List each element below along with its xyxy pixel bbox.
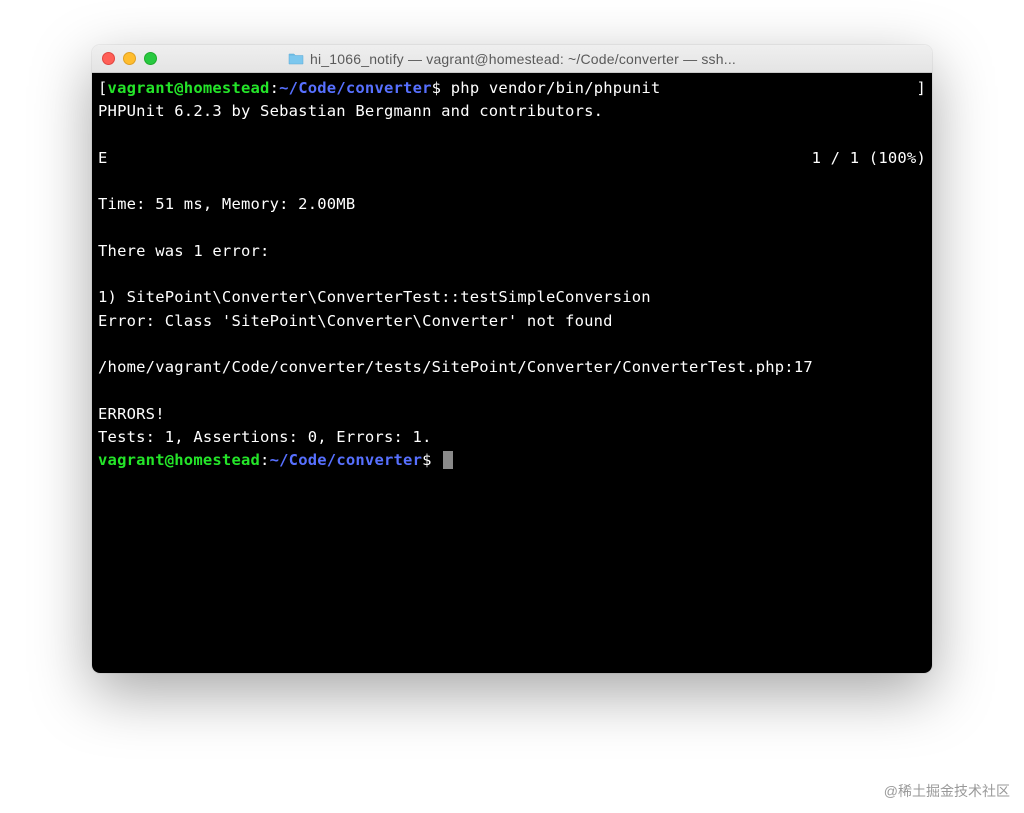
command-text: php vendor/bin/phpunit [451, 79, 661, 97]
error-message: Error: Class 'SitePoint\Converter\Conver… [98, 310, 926, 333]
user-host: vagrant@homestead [98, 451, 260, 469]
error-intro: There was 1 error: [98, 240, 926, 263]
blank-line [98, 217, 926, 240]
progress-line: E 1 / 1 (100%) [98, 147, 926, 170]
title-content: hi_1066_notify — vagrant@homestead: ~/Co… [92, 51, 932, 67]
window-title: hi_1066_notify — vagrant@homestead: ~/Co… [310, 51, 736, 67]
phpunit-header: PHPUnit 6.2.3 by Sebastian Bergmann and … [98, 100, 926, 123]
progress-char: E [98, 147, 108, 170]
user-host: vagrant@homestead [108, 79, 270, 97]
watermark: @稀土掘金技术社区 [884, 781, 1010, 801]
window-titlebar[interactable]: hi_1066_notify — vagrant@homestead: ~/Co… [92, 45, 932, 73]
blank-line [98, 124, 926, 147]
cursor [443, 451, 453, 469]
blank-line [98, 379, 926, 402]
traffic-lights [102, 52, 157, 65]
blank-line [98, 263, 926, 286]
close-button[interactable] [102, 52, 115, 65]
error-file-path: /home/vagrant/Code/converter/tests/SiteP… [98, 356, 926, 379]
time-memory: Time: 51 ms, Memory: 2.00MB [98, 193, 926, 216]
blank-line [98, 170, 926, 193]
maximize-button[interactable] [144, 52, 157, 65]
progress-count: 1 / 1 (100%) [812, 147, 926, 170]
errors-label: ERRORS! [98, 403, 926, 426]
folder-icon [288, 52, 304, 65]
prompt-line-1: [vagrant@homestead:~/Code/converter$ php… [98, 77, 926, 100]
terminal-window: hi_1066_notify — vagrant@homestead: ~/Co… [92, 45, 932, 673]
blank-line [98, 333, 926, 356]
error-test-name: 1) SitePoint\Converter\ConverterTest::te… [98, 286, 926, 309]
minimize-button[interactable] [123, 52, 136, 65]
prompt-line-2: vagrant@homestead:~/Code/converter$ [98, 449, 926, 472]
cwd-path: ~/Code/converter [279, 79, 432, 97]
cwd-path: ~/Code/converter [270, 451, 423, 469]
terminal-body[interactable]: [vagrant@homestead:~/Code/converter$ php… [92, 73, 932, 673]
test-summary: Tests: 1, Assertions: 0, Errors: 1. [98, 426, 926, 449]
